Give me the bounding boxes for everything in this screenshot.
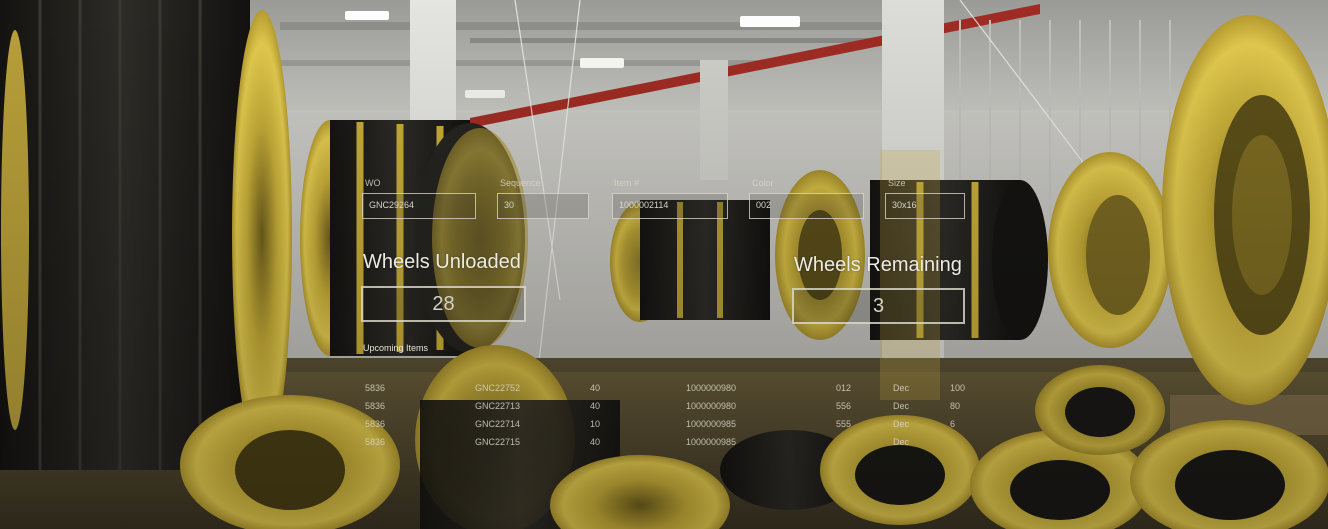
size-label: Size <box>888 178 906 188</box>
wheels-remaining-title: Wheels Remaining <box>794 254 962 276</box>
table-cell: Dec <box>893 437 910 447</box>
table-cell: GNC22715 <box>475 437 521 447</box>
photo-stage: WO GNC29264 Sequence 30 Item # 100000211… <box>0 0 1328 529</box>
table-cell: 40 <box>590 437 601 447</box>
table-cell: 556 <box>836 401 852 411</box>
table-row[interactable]: 5836 GNC22713 40 1000000980 556 Dec 80 <box>0 401 1000 417</box>
wheels-remaining-count: 3 <box>792 288 965 324</box>
table-cell: 1000000985 <box>686 419 737 429</box>
table-cell: 1000000985 <box>686 437 737 447</box>
item-field[interactable]: 1000002114 <box>612 193 728 219</box>
table-cell: Dec <box>893 419 910 429</box>
wo-label: WO <box>365 178 381 188</box>
table-cell: 5836 <box>365 383 386 393</box>
upcoming-items-label: Upcoming Items <box>363 343 429 353</box>
sequence-label: Sequence <box>500 178 541 188</box>
table-cell: 40 <box>590 401 601 411</box>
table-cell: GNC22752 <box>475 383 521 393</box>
wheels-unloaded-count: 28 <box>361 286 526 322</box>
table-cell: 555 <box>836 419 852 429</box>
table-cell: 5836 <box>365 419 386 429</box>
wo-field[interactable]: GNC29264 <box>362 193 476 219</box>
table-cell: 1000000980 <box>686 383 737 393</box>
size-field[interactable]: 30x16 <box>885 193 965 219</box>
sequence-field[interactable]: 30 <box>497 193 589 219</box>
table-cell: 5836 <box>365 401 386 411</box>
table-cell: 80 <box>950 401 961 411</box>
table-cell: 1000000980 <box>686 401 737 411</box>
table-cell: Dec <box>893 401 910 411</box>
table-cell: 5836 <box>365 437 386 447</box>
wheels-unloaded-title: Wheels Unloaded <box>363 251 521 273</box>
color-field[interactable]: 002 <box>749 193 864 219</box>
table-cell: GNC22713 <box>475 401 521 411</box>
table-cell: Dec <box>893 383 910 393</box>
item-label: Item # <box>614 178 640 188</box>
table-cell: 100 <box>950 383 966 393</box>
table-cell: 10 <box>590 419 601 429</box>
table-cell: GNC22714 <box>475 419 521 429</box>
table-cell: 012 <box>836 383 852 393</box>
table-row[interactable]: 5836 GNC22752 40 1000000980 012 Dec 100 <box>0 383 1000 399</box>
table-cell: 40 <box>590 383 601 393</box>
color-label: Color <box>752 178 774 188</box>
table-row[interactable]: 5836 GNC22714 10 1000000985 555 Dec 6 <box>0 419 1000 435</box>
table-cell: 6 <box>950 419 956 429</box>
table-row[interactable]: 5836 GNC22715 40 1000000985 Dec <box>0 437 1000 453</box>
